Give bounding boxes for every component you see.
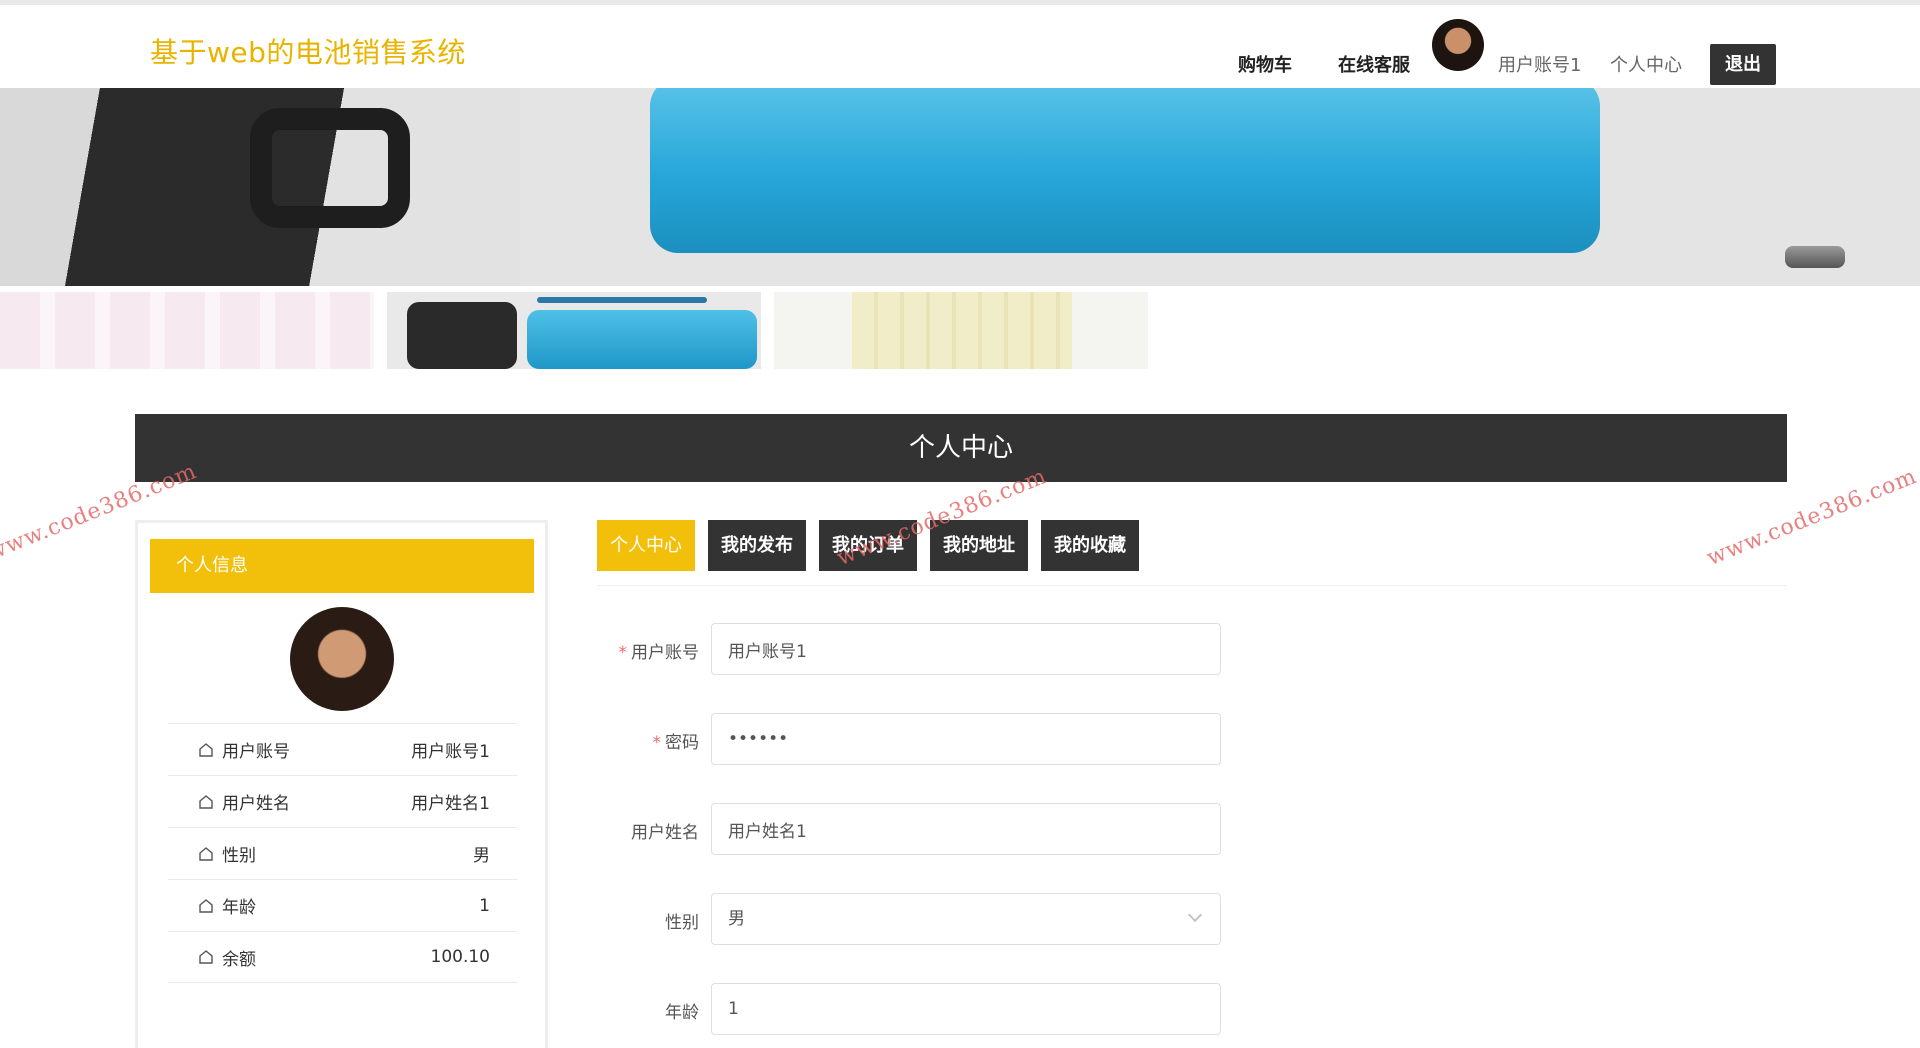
home-icon (199, 898, 213, 913)
info-label: 年龄 (222, 898, 256, 918)
logout-button[interactable]: 退出 (1710, 44, 1776, 85)
site-logo[interactable]: 基于web的电池销售系统 (150, 31, 466, 71)
nav-personal-center[interactable]: 个人中心 (1610, 51, 1682, 77)
info-value: 1 (479, 895, 490, 916)
carousel-thumb-3[interactable] (774, 292, 1148, 369)
banner-device (0, 88, 520, 286)
info-label: 性别 (222, 846, 256, 866)
password-label: * 密码 (652, 733, 700, 753)
age-input[interactable] (711, 983, 1221, 1035)
nav-username[interactable]: 用户账号1 (1498, 51, 1581, 77)
info-row-account: 用户账号 用户账号1 (168, 723, 518, 775)
info-list: 用户账号 用户账号1 用户姓名 用户姓名1 性别 男 年龄 1 余额 100.1… (168, 723, 518, 983)
account-input[interactable] (711, 623, 1221, 675)
site-header: 基于web的电池销售系统 购物车 在线客服 用户账号1 个人中心 退出 (0, 5, 1920, 88)
tab-personal-center[interactable]: 个人中心 (597, 520, 695, 571)
gender-label: 性别 (665, 913, 699, 933)
nav-cart[interactable]: 购物车 (1238, 51, 1292, 77)
nav-online-service[interactable]: 在线客服 (1338, 51, 1410, 77)
tabs-divider (597, 585, 1787, 586)
info-value: 用户姓名1 (411, 794, 490, 814)
banner-screw (1785, 246, 1845, 268)
name-label: 用户姓名 (631, 823, 699, 843)
age-label: 年龄 (665, 1003, 699, 1023)
home-icon (199, 846, 213, 861)
banner-battery (650, 88, 1600, 253)
account-label: * 用户账号 (618, 643, 700, 663)
info-value: 用户账号1 (411, 742, 490, 762)
home-icon (199, 950, 213, 964)
home-icon (199, 794, 213, 809)
carousel-thumb-1[interactable] (0, 292, 374, 369)
personal-info-header: 个人信息 (150, 539, 534, 593)
banner-image[interactable] (0, 88, 1920, 286)
info-row-balance: 余额 100.10 (168, 931, 518, 983)
tab-my-posts[interactable]: 我的发布 (708, 520, 806, 571)
info-value: 100.10 (430, 947, 490, 967)
user-avatar[interactable] (1432, 19, 1484, 71)
info-value: 男 (473, 846, 490, 866)
page-title: 个人中心 (135, 414, 1787, 482)
tab-my-favorites[interactable]: 我的收藏 (1041, 520, 1139, 571)
profile-avatar (290, 607, 394, 711)
name-input[interactable] (711, 803, 1221, 855)
info-row-name: 用户姓名 用户姓名1 (168, 775, 518, 827)
gender-select[interactable]: 男 (711, 893, 1221, 945)
info-label: 余额 (222, 949, 256, 970)
home-icon (199, 742, 213, 757)
info-row-age: 年龄 1 (168, 879, 518, 931)
info-row-gender: 性别 男 (168, 827, 518, 879)
personal-info-panel: 个人信息 用户账号 用户账号1 用户姓名 用户姓名1 性别 男 年龄 1 余额 … (135, 520, 548, 1048)
carousel-thumb-2[interactable] (387, 292, 761, 369)
info-label: 用户账号 (222, 742, 290, 762)
info-label: 用户姓名 (222, 794, 290, 814)
password-input[interactable]: •••••• (711, 713, 1221, 765)
